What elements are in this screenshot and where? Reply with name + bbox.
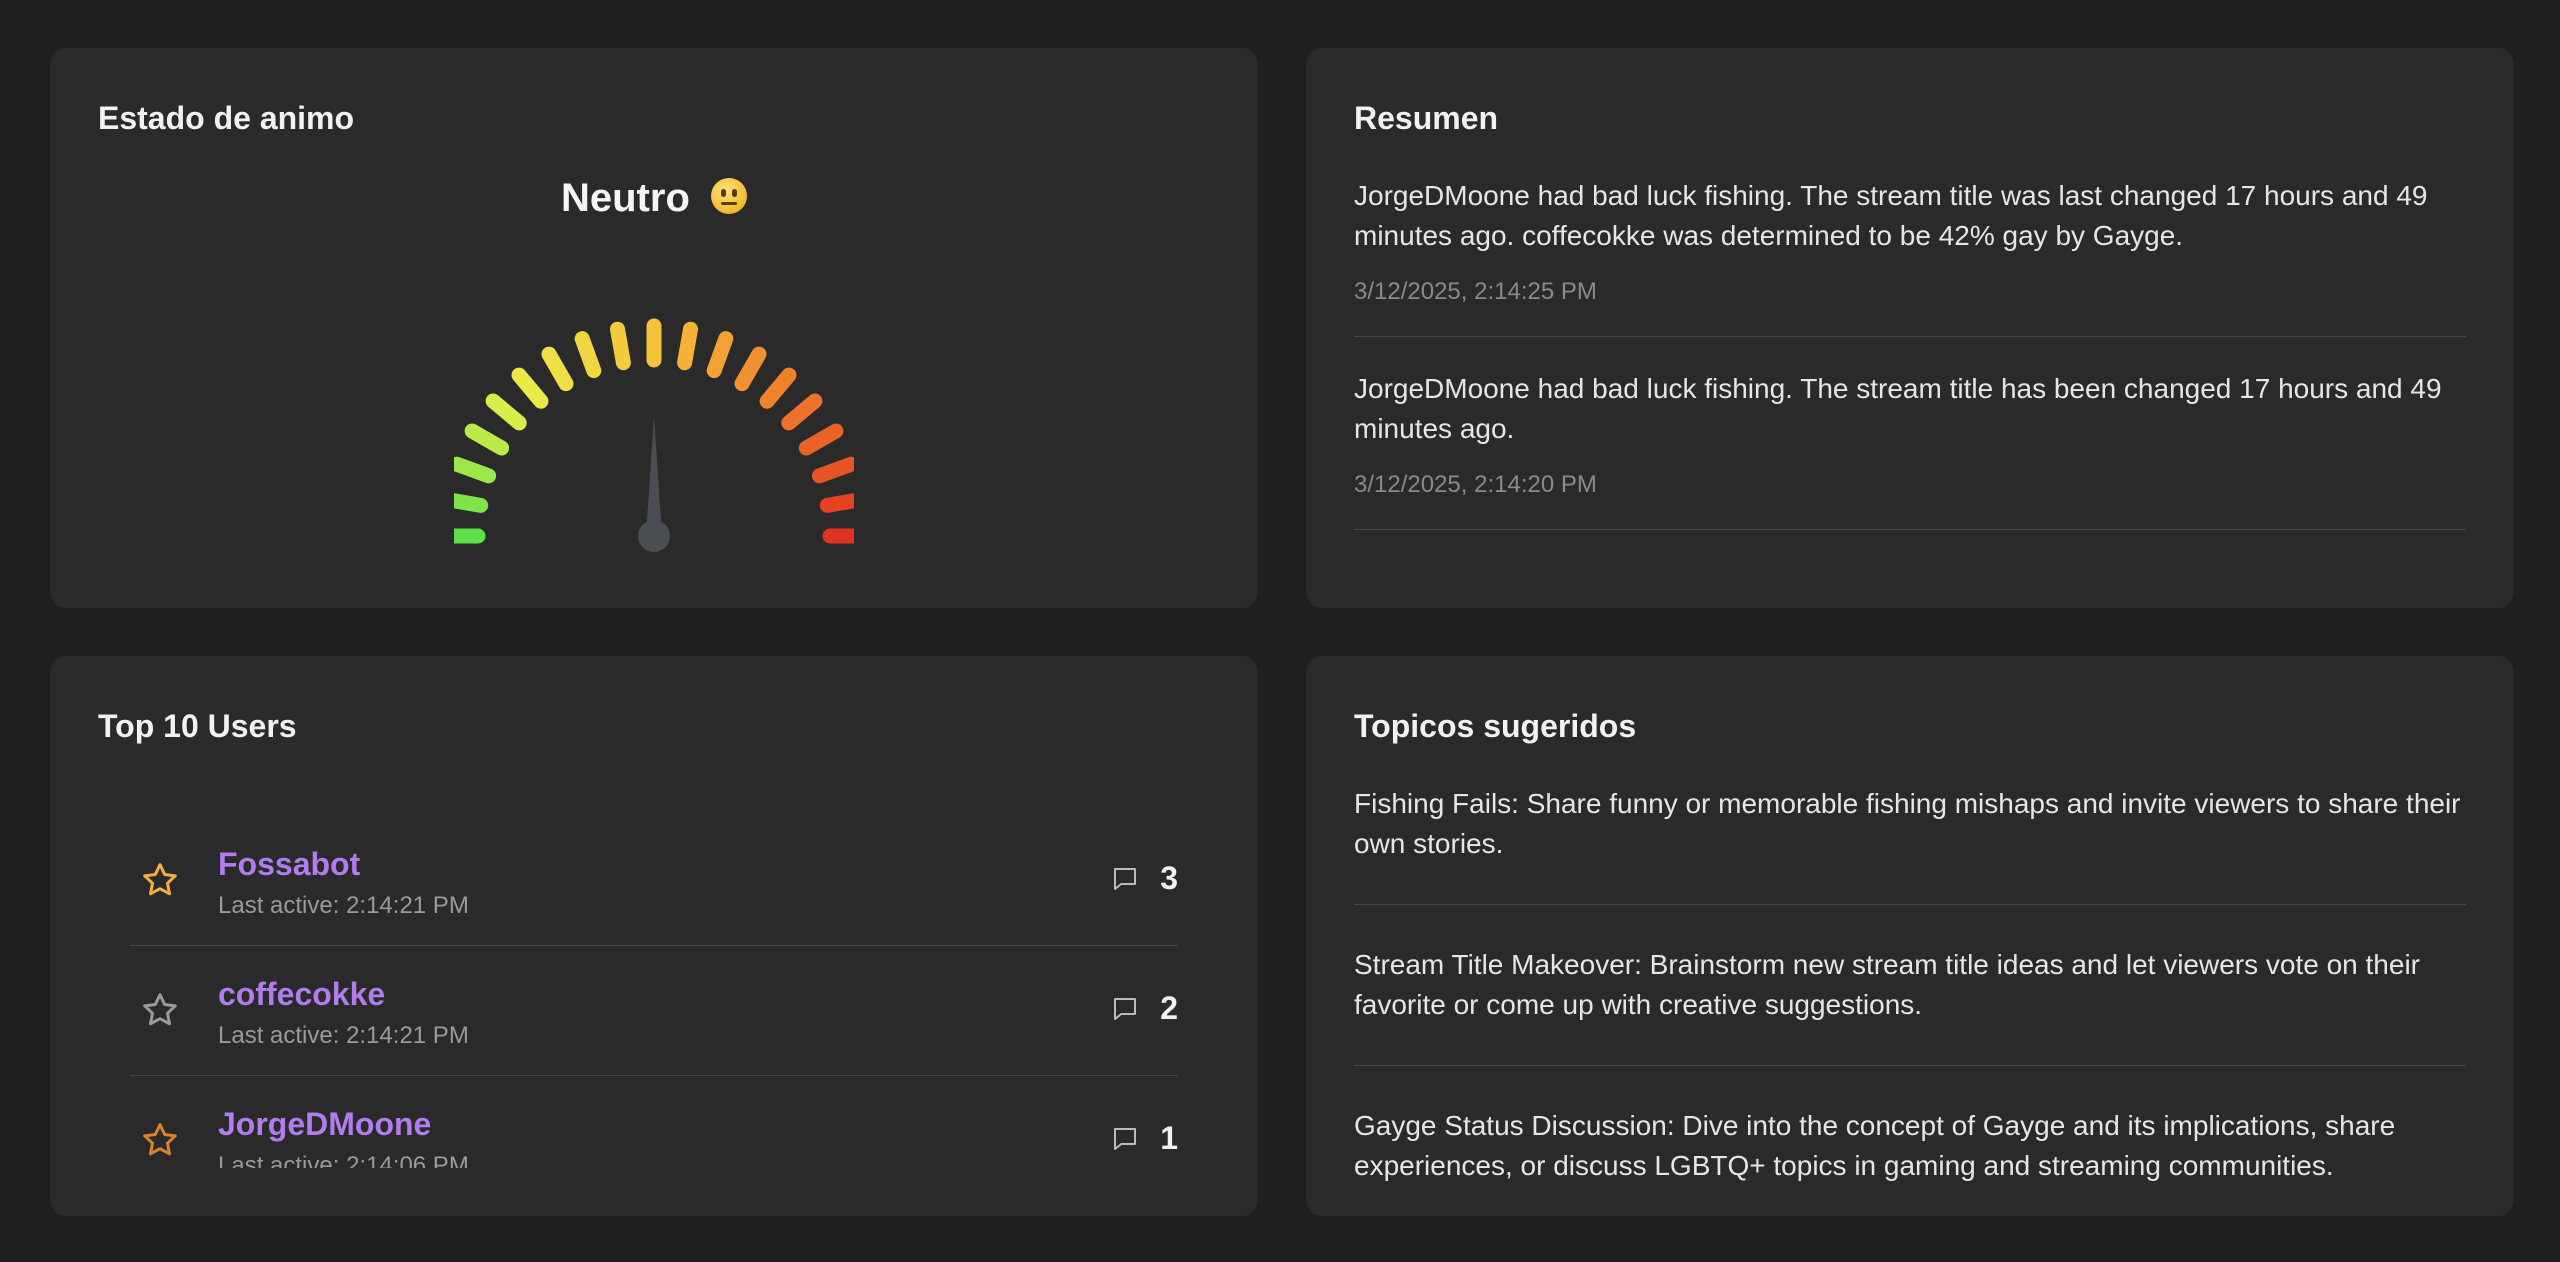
summary-item: JorgeDMoone had bad luck fishing. The st… (1354, 369, 2466, 530)
mood-gauge (454, 318, 854, 552)
top-users-card: Top 10 Users Fossabot Last active: 2:14:… (50, 656, 1258, 1216)
topic-text: Stream Title Makeover: Brainstorm new st… (1354, 949, 2420, 1020)
summary-card-title: Resumen (1354, 100, 1499, 136)
mood-card-title: Estado de animo (98, 100, 355, 136)
user-last-active: Last active: 2:14:06 PM (218, 1152, 469, 1168)
message-count-value: 2 (1160, 990, 1178, 1026)
summary-text: JorgeDMoone had bad luck fishing. The st… (1354, 180, 2428, 251)
chat-bubble-icon (1114, 997, 1137, 1020)
gauge-segment (781, 393, 823, 431)
gauge-needle-hub (638, 520, 670, 552)
gauge-segment (541, 346, 574, 392)
mood-label: Neutro (50, 176, 1258, 221)
star-icon (143, 863, 177, 896)
summary-timestamp: 3/12/2025, 2:14:20 PM (1354, 471, 1597, 498)
neutral-face-icon (711, 178, 747, 215)
user-row[interactable]: coffecokke Last active: 2:14:21 PM 2 (130, 946, 1178, 1076)
topic-item: Fishing Fails: Share funny or memorable … (1354, 784, 2466, 905)
user-name[interactable]: Fossabot (218, 846, 360, 883)
user-row[interactable]: JorgeDMoone Last active: 2:14:06 PM 1 (130, 1076, 1178, 1168)
gauge-segment (454, 456, 497, 484)
dashboard: Estado de animo Neutro Resumen JorgeDMoo… (0, 0, 2560, 1262)
gauge-segment (819, 493, 854, 513)
suggested-topics-title: Topicos sugeridos (1354, 708, 1637, 744)
gauge-segment (798, 423, 844, 456)
gauge-segment (511, 367, 549, 409)
summary-item: JorgeDMoone had bad luck fishing. The st… (1354, 176, 2466, 337)
message-count-value: 3 (1160, 860, 1178, 896)
topic-text: Gayge Status Discussion: Dive into the c… (1354, 1110, 2396, 1181)
gauge-needle (646, 416, 662, 536)
star-icon (143, 1123, 177, 1156)
topic-item: Gayge Status Discussion: Dive into the c… (1354, 1106, 2466, 1216)
gauge-segment (677, 321, 698, 371)
summary-list: JorgeDMoone had bad luck fishing. The st… (1354, 176, 2466, 562)
star-icon (143, 993, 177, 1026)
summary-timestamp: 3/12/2025, 2:14:25 PM (1354, 278, 1597, 305)
gauge-segment (574, 331, 602, 379)
gauge-segment (485, 393, 527, 431)
users-list[interactable]: Fossabot Last active: 2:14:21 PM 3 coffe… (130, 816, 1178, 1168)
user-last-active: Last active: 2:14:21 PM (218, 1022, 469, 1049)
message-count: 2 (1110, 990, 1178, 1027)
mood-card: Estado de animo Neutro (50, 48, 1258, 608)
gauge-segment (759, 367, 797, 409)
user-name[interactable]: coffecokke (218, 976, 385, 1013)
user-row[interactable]: Fossabot Last active: 2:14:21 PM 3 (130, 816, 1178, 946)
gauge-segment (811, 456, 854, 484)
gauge-segment (464, 423, 510, 456)
user-name[interactable]: JorgeDMoone (218, 1106, 431, 1143)
chat-bubble-icon (1114, 1127, 1137, 1150)
message-count-value: 1 (1160, 1120, 1178, 1156)
message-count: 3 (1110, 860, 1178, 897)
gauge-segment (610, 321, 631, 371)
summary-card: Resumen JorgeDMoone had bad luck fishing… (1306, 48, 2514, 608)
mood-label-text: Neutro (560, 176, 690, 220)
topic-item: Stream Title Makeover: Brainstorm new st… (1354, 945, 2466, 1066)
top-users-title: Top 10 Users (98, 708, 297, 744)
chat-bubble-icon (1114, 867, 1137, 890)
topics-list: Fishing Fails: Share funny or memorable … (1354, 784, 2466, 1216)
gauge-segment (734, 346, 767, 392)
summary-text: JorgeDMoone had bad luck fishing. The st… (1354, 373, 2442, 444)
user-last-active: Last active: 2:14:21 PM (218, 892, 469, 919)
suggested-topics-card: Topicos sugeridos Fishing Fails: Share f… (1306, 656, 2514, 1216)
message-count: 1 (1110, 1120, 1178, 1157)
topic-text: Fishing Fails: Share funny or memorable … (1354, 788, 2461, 859)
gauge-segment (454, 493, 489, 513)
gauge-segment (706, 331, 734, 379)
